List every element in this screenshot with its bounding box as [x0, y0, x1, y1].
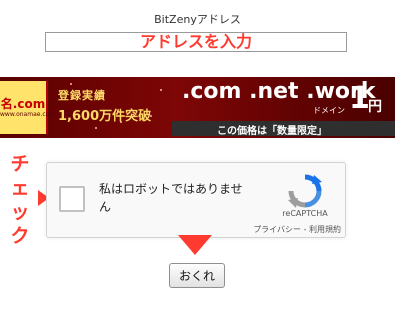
recaptcha-label: 私はロボットではありません — [99, 182, 243, 214]
banner-logo-sub: www.onamae.com — [0, 111, 56, 118]
sparkle-icon — [160, 89, 162, 91]
banner-registered-count: 1,600万件突破 — [58, 109, 152, 124]
banner-logo: 名.com www.onamae.com — [0, 81, 56, 134]
arrow-down-icon — [178, 235, 212, 255]
banner-domains: .com .net .work — [182, 79, 376, 104]
address-label: BitZenyアドレス — [154, 13, 241, 26]
banner-domains-sub: ドメイン — [313, 106, 345, 115]
sparkle-icon — [95, 127, 97, 129]
check-annotation: チェック — [10, 153, 30, 247]
banner-price: 1 — [349, 81, 370, 116]
banner-strip-text: この価格は「数量限定」 — [217, 126, 327, 137]
address-input-hint: アドレスを入力 — [139, 32, 252, 51]
recaptcha-checkbox[interactable] — [59, 186, 85, 212]
recaptcha-brand: reCAPTCHA — [282, 209, 328, 218]
ad-banner[interactable]: 名.com www.onamae.com 登録実績 1,600万件突破 .com… — [0, 77, 395, 138]
address-input[interactable]: アドレスを入力 — [45, 32, 347, 52]
banner-price-unit: 円 — [368, 99, 382, 115]
submit-button[interactable]: おくれ — [169, 263, 225, 288]
recaptcha-logo-icon — [288, 174, 322, 208]
banner-logo-text: 名.com — [0, 97, 46, 111]
sparkle-icon — [70, 83, 72, 85]
recaptcha-privacy-terms-link[interactable]: プライバシー - 利用規約 — [217, 224, 341, 235]
recaptcha-widget: 私はロボットではありません reCAPTCHA プライバシー - 利用規約 — [46, 162, 346, 238]
banner-strip: この価格は「数量限定」 — [172, 121, 395, 137]
banner-registered-label: 登録実績 — [58, 89, 106, 102]
